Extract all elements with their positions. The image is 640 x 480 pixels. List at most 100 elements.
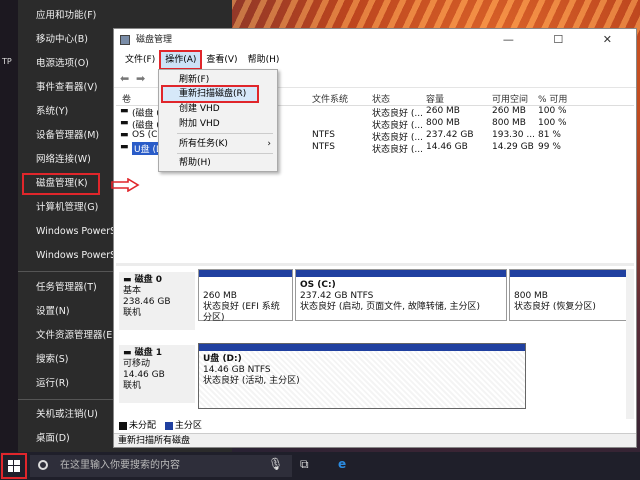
cell-volume: OS (C:: [132, 130, 161, 140]
cell-capacity: 237.42 GB: [426, 130, 474, 140]
cell-free: 14.29 GB: [492, 142, 534, 152]
cell-capacity: 14.46 GB: [426, 142, 468, 152]
menu-disk-management[interactable]: 磁盘管理(K): [22, 173, 100, 195]
status-bar: 重新扫描所有磁盘: [114, 433, 636, 447]
legend-primary-swatch: [164, 421, 173, 430]
partition-size: 800 MB: [514, 291, 548, 301]
cell-free: 193.30 ...: [492, 130, 535, 140]
disk-icon: ▬ 磁盘 1: [123, 348, 163, 358]
partition-status: 状态良好 (活动, 主分区): [203, 376, 300, 386]
legend-unallocated-swatch: [119, 421, 127, 430]
disk-0-label[interactable]: ▬ 磁盘 0 基本 238.46 GB 联机: [119, 272, 195, 330]
cell-free: 800 MB: [492, 118, 526, 128]
windows-logo-icon: [8, 460, 20, 472]
cell-filesystem: NTFS: [312, 130, 335, 140]
action-dropdown-menu: 刷新(F) 重新扫描磁盘(R) 创建 VHD 附加 VHD 所有任务(K) › 帮…: [158, 69, 278, 172]
disk-name: 磁盘 1: [134, 348, 163, 358]
partition-status: 状态良好 (启动, 页面文件, 故障转储, 主分区): [300, 302, 481, 312]
dropdown-rescan-disks[interactable]: 重新扫描磁盘(R): [161, 85, 259, 103]
disk-management-app-icon: [120, 35, 130, 45]
legend-primary: 主分区: [174, 421, 202, 431]
search-placeholder: 在这里输入你要搜索的内容: [60, 460, 180, 471]
partition-text: 800 MB 状态良好 (恢复分区): [510, 277, 626, 316]
disk-size: 14.46 GB: [123, 370, 165, 380]
legend: 未分配 主分区: [119, 418, 202, 431]
disk-1-label[interactable]: ▬ 磁盘 1 可移动 14.46 GB 联机: [119, 345, 195, 403]
pane-splitter[interactable]: [116, 263, 634, 266]
partition-os-c[interactable]: OS (C:) 237.42 GB NTFS 状态良好 (启动, 页面文件, 故…: [295, 269, 507, 321]
submenu-arrow-icon: ›: [267, 139, 271, 149]
menu-help[interactable]: 帮助(H): [243, 51, 285, 69]
cell-free: 260 MB: [492, 106, 526, 116]
disk-name: 磁盘 0: [134, 275, 163, 285]
menu-view[interactable]: 查看(V): [201, 51, 242, 69]
cell-capacity: 800 MB: [426, 118, 460, 128]
window-title: 磁盘管理: [136, 35, 173, 45]
forward-arrow-icon[interactable]: ➡: [136, 72, 145, 85]
desktop-edge-text: TP: [2, 57, 12, 66]
menu-file[interactable]: 文件(F): [120, 51, 160, 69]
drive-icon: ▬: [120, 106, 129, 116]
partition-title: U盘 (D:): [203, 354, 242, 364]
cortana-icon: [38, 460, 48, 470]
cell-percent: 99 %: [538, 142, 561, 152]
dropdown-create-vhd[interactable]: 创建 VHD: [159, 101, 277, 117]
cell-filesystem: NTFS: [312, 142, 335, 152]
menu-action[interactable]: 操作(A): [159, 50, 203, 70]
partition-usb-d[interactable]: U盘 (D:) 14.46 GB NTFS 状态良好 (活动, 主分区): [198, 343, 526, 409]
disk-state: 联机: [123, 308, 142, 318]
task-view-icon[interactable]: ⧉: [300, 457, 309, 472]
disk-state: 联机: [123, 381, 142, 391]
cell-status: 状态良好 (...: [372, 145, 423, 155]
col-percent-free[interactable]: % 可用: [538, 92, 567, 105]
col-capacity[interactable]: 容量: [426, 92, 444, 105]
partition-text: 260 MB 状态良好 (EFI 系统分区): [199, 277, 292, 327]
disk-size: 238.46 GB: [123, 297, 171, 307]
col-free-space[interactable]: 可用空间: [492, 92, 528, 105]
col-filesystem[interactable]: 文件系统: [312, 92, 348, 105]
disk-type: 可移动: [123, 359, 151, 369]
partition-bar: [199, 344, 525, 351]
partition-title: [514, 280, 622, 291]
red-arrow-icon: [111, 178, 140, 192]
edge-browser-icon[interactable]: e: [338, 457, 346, 471]
partition-size: 237.42 GB NTFS: [300, 291, 374, 301]
dropdown-attach-vhd[interactable]: 附加 VHD: [159, 116, 277, 132]
menu-apps-features[interactable]: 应用和功能(F): [18, 5, 232, 27]
cell-percent: 100 %: [538, 106, 567, 116]
partition-title: OS (C:): [300, 280, 336, 290]
cell-percent: 81 %: [538, 130, 561, 140]
disk-icon: ▬ 磁盘 0: [123, 275, 163, 285]
col-volume[interactable]: 卷: [122, 92, 131, 105]
partition-status: 状态良好 (EFI 系统分区): [203, 302, 280, 323]
drive-icon: ▬: [120, 118, 129, 128]
partition-bar: [199, 270, 292, 277]
taskbar: 在这里输入你要搜索的内容 🎙 ⧉ e: [0, 452, 640, 480]
partition-bar: [296, 270, 506, 277]
dropdown-all-tasks-label: 所有任务(K): [179, 139, 228, 149]
partition-recovery[interactable]: 800 MB 状态良好 (恢复分区): [509, 269, 627, 321]
cell-percent: 100 %: [538, 118, 567, 128]
col-status[interactable]: 状态: [372, 92, 390, 105]
partition-title: [203, 280, 288, 291]
dropdown-help[interactable]: 帮助(H): [159, 155, 277, 171]
vertical-scrollbar[interactable]: [626, 269, 634, 419]
partition-efi[interactable]: 260 MB 状态良好 (EFI 系统分区): [198, 269, 293, 323]
search-box[interactable]: 在这里输入你要搜索的内容: [30, 455, 292, 477]
microphone-icon[interactable]: 🎙: [268, 457, 283, 471]
partition-text: U盘 (D:) 14.46 GB NTFS 状态良好 (活动, 主分区): [199, 351, 525, 390]
window-controls[interactable]: — ☐ ✕: [503, 29, 630, 51]
legend-unallocated: 未分配: [129, 421, 157, 431]
title-bar[interactable]: 磁盘管理 — ☐ ✕: [114, 29, 636, 51]
start-button[interactable]: [1, 453, 27, 479]
drive-icon: ▬: [120, 130, 129, 140]
cell-capacity: 260 MB: [426, 106, 460, 116]
back-arrow-icon[interactable]: ⬅: [120, 72, 129, 85]
drive-icon: ▬: [120, 142, 129, 152]
menu-bar: 文件(F) 操作(A) 查看(V) 帮助(H): [114, 50, 636, 70]
dropdown-separator: [177, 133, 273, 134]
partition-text: OS (C:) 237.42 GB NTFS 状态良好 (启动, 页面文件, 故…: [296, 277, 506, 316]
dropdown-separator: [177, 153, 273, 154]
disk-type: 基本: [123, 286, 142, 296]
dropdown-all-tasks[interactable]: 所有任务(K) ›: [159, 136, 277, 152]
